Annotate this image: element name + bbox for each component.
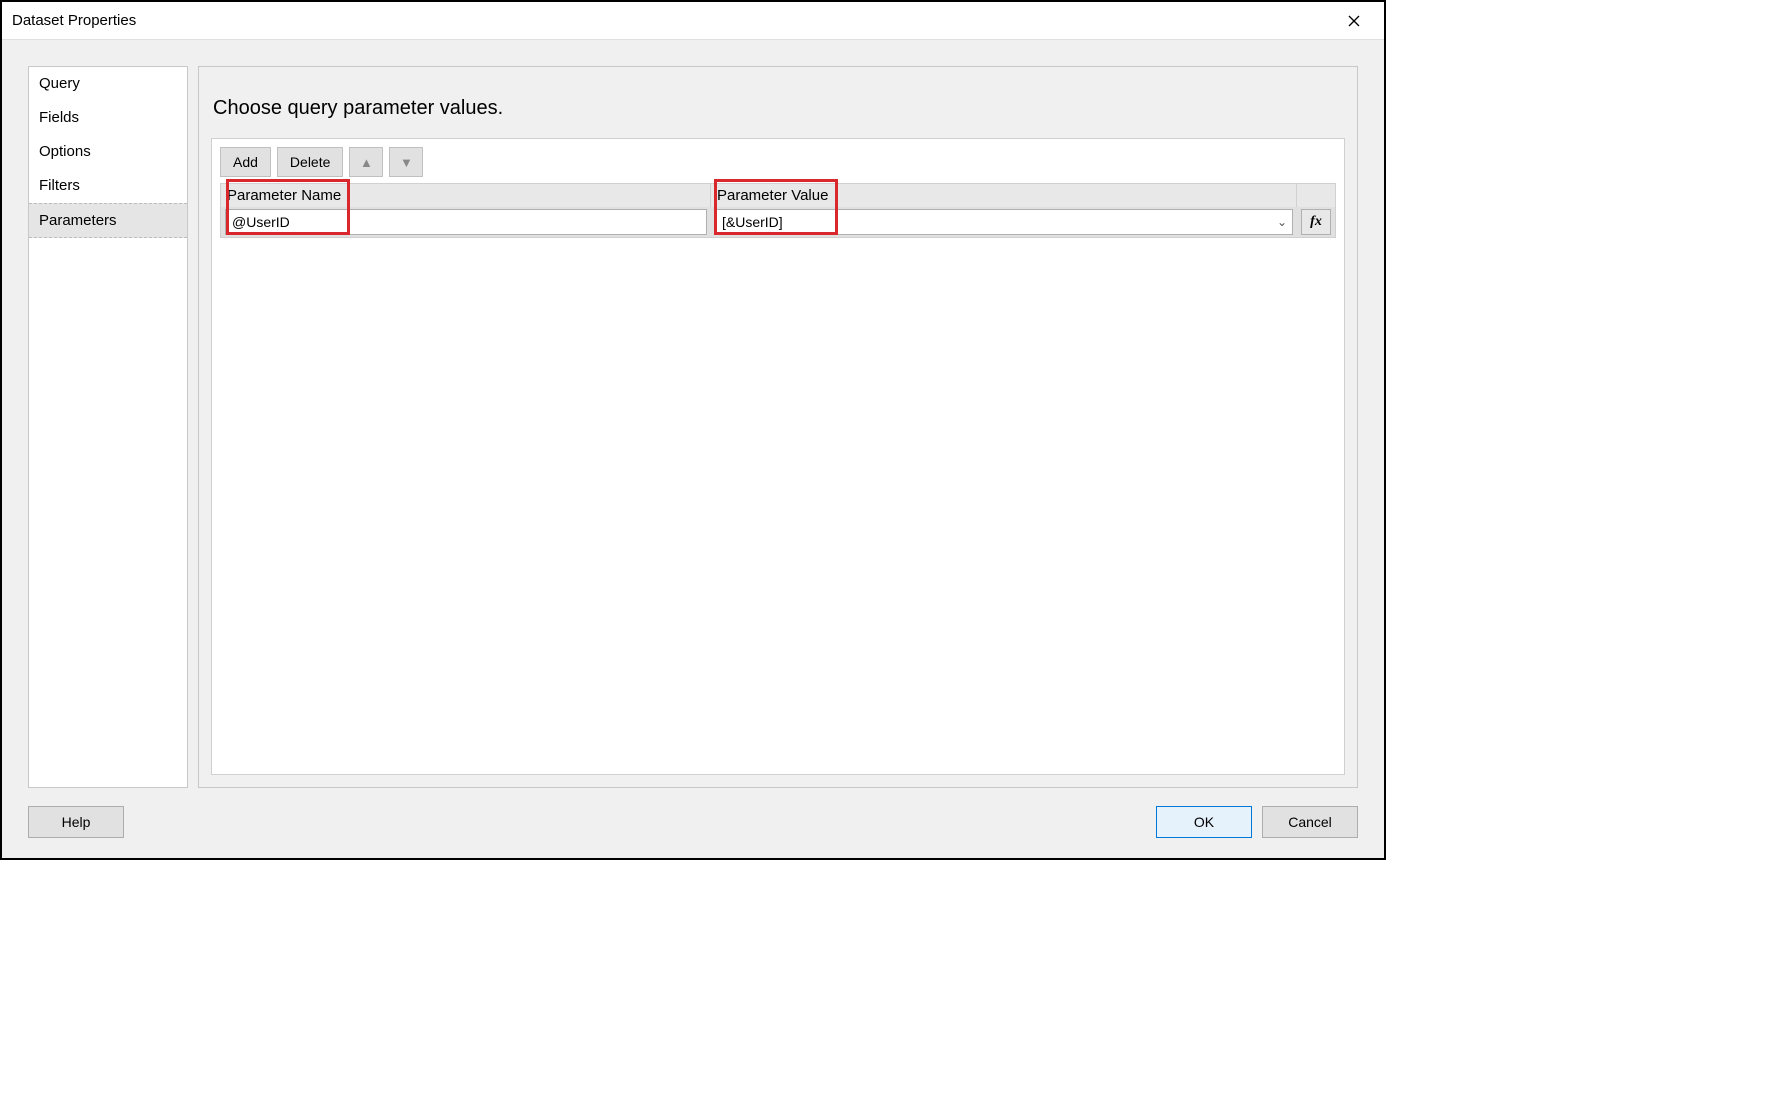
window-title: Dataset Properties (12, 12, 1334, 29)
parameters-grid: Parameter Name Parameter Value (220, 183, 1336, 238)
move-up-button[interactable]: ▲ (349, 147, 383, 177)
move-down-button[interactable]: ▼ (389, 147, 423, 177)
col-header-name: Parameter Name (221, 184, 711, 207)
delete-button[interactable]: Delete (277, 147, 343, 177)
main-panel: Choose query parameter values. Add Delet… (198, 66, 1358, 788)
col-header-value: Parameter Value (711, 184, 1297, 207)
ok-button[interactable]: OK (1156, 806, 1252, 838)
parameter-value-combo[interactable]: ⌄ (715, 209, 1293, 235)
cancel-button[interactable]: Cancel (1262, 806, 1358, 838)
cell-parameter-name (221, 209, 711, 235)
add-button[interactable]: Add (220, 147, 271, 177)
sidebar-item-parameters[interactable]: Parameters (29, 203, 187, 238)
sidebar-item-query[interactable]: Query (29, 67, 187, 101)
content-area: Query Fields Options Filters Parameters … (28, 66, 1358, 788)
parameter-name-input[interactable] (225, 209, 707, 235)
close-button[interactable] (1334, 6, 1374, 36)
page-heading: Choose query parameter values. (199, 67, 1357, 138)
sidebar: Query Fields Options Filters Parameters (28, 66, 188, 788)
col-header-fx (1297, 184, 1335, 207)
expression-button[interactable]: fx (1301, 209, 1331, 235)
fx-icon: fx (1310, 214, 1322, 230)
grid-row: ⌄ fx (220, 207, 1336, 238)
toolbar: Add Delete ▲ ▼ (212, 139, 1344, 183)
titlebar: Dataset Properties (2, 2, 1384, 40)
dialog-body: Query Fields Options Filters Parameters … (2, 40, 1384, 858)
arrow-down-icon: ▼ (400, 155, 413, 170)
arrow-up-icon: ▲ (360, 155, 373, 170)
cell-fx: fx (1297, 209, 1335, 235)
dialog-footer: Help OK Cancel (28, 788, 1358, 838)
help-button[interactable]: Help (28, 806, 124, 838)
parameters-panel: Add Delete ▲ ▼ Parameter Name Parameter … (211, 138, 1345, 775)
cell-parameter-value: ⌄ (711, 209, 1297, 235)
dataset-properties-dialog: Dataset Properties Query Fields Options … (0, 0, 1386, 860)
grid-spacer (212, 238, 1344, 774)
close-icon (1348, 15, 1360, 27)
sidebar-item-options[interactable]: Options (29, 135, 187, 169)
grid-header-row: Parameter Name Parameter Value (220, 183, 1336, 207)
parameter-value-input[interactable] (715, 209, 1293, 235)
sidebar-item-fields[interactable]: Fields (29, 101, 187, 135)
sidebar-item-filters[interactable]: Filters (29, 169, 187, 203)
